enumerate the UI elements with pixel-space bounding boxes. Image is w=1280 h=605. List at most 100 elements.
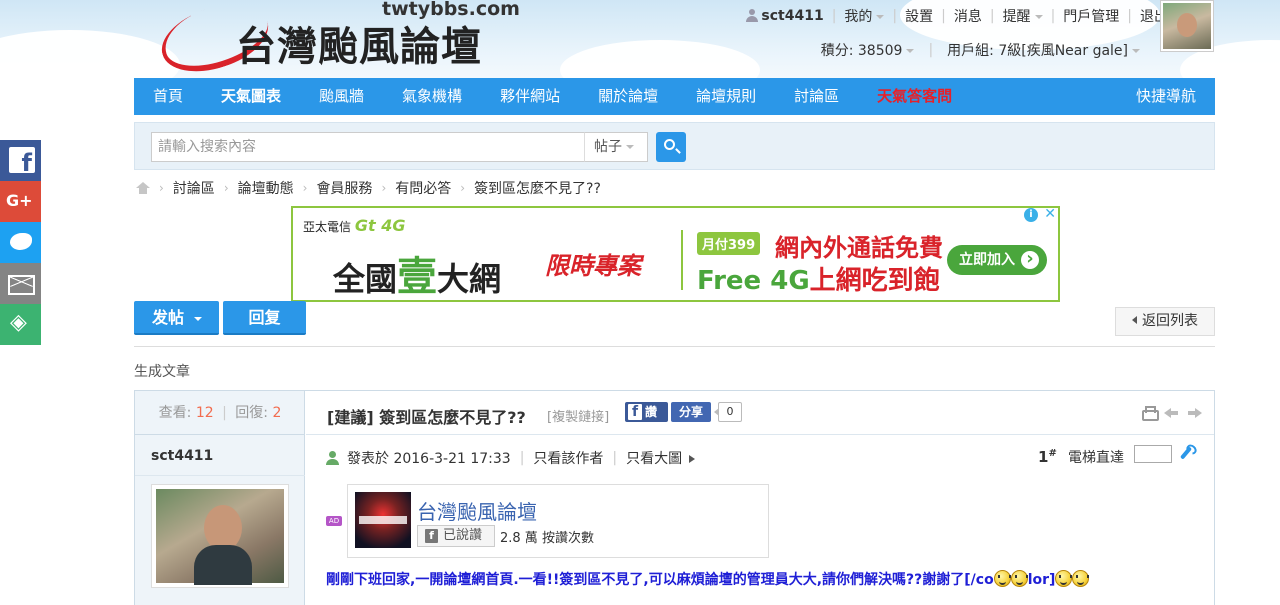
facebook-page-name[interactable]: 台灣颱風論壇 xyxy=(417,496,537,525)
next-thread-icon[interactable] xyxy=(1187,405,1202,420)
user-avatar[interactable] xyxy=(1160,0,1214,52)
smiley-icon xyxy=(993,570,1011,587)
settings-link[interactable]: 設置 xyxy=(905,6,933,26)
new-post-button[interactable]: 发帖 xyxy=(134,301,219,335)
ad-headline-a: 全國 xyxy=(333,260,398,298)
share-icon[interactable] xyxy=(0,304,41,345)
smiley-icon xyxy=(1055,570,1073,587)
nav-forum[interactable]: 討論區 xyxy=(775,78,858,115)
post-author-avatar[interactable] xyxy=(151,484,289,588)
header-cloud xyxy=(560,40,760,78)
user-credits: 積分: 38509 | 用戶組: 7級[疾風Near gale] xyxy=(821,40,1140,60)
google-plus-icon[interactable] xyxy=(0,181,41,222)
breadcrumb-current[interactable]: 簽到區怎麼不見了?? xyxy=(474,178,601,198)
chevron-down-icon xyxy=(194,317,203,321)
post-author-column: 查看: 12 | 回復: 2 sct4411 xyxy=(135,391,310,605)
chevron-down-icon xyxy=(626,145,634,149)
divider: | xyxy=(222,405,227,421)
chevron-down-icon xyxy=(876,15,885,19)
nav-typhoon-wall[interactable]: 颱風牆 xyxy=(300,78,383,115)
ad-badge: AD xyxy=(326,516,342,526)
twitter-icon[interactable] xyxy=(0,222,41,263)
nav-home[interactable]: 首頁 xyxy=(134,78,202,115)
breadcrumb-item[interactable]: 有問必答 xyxy=(395,178,451,198)
credits-label: 積分: 38509 xyxy=(820,43,903,59)
home-icon[interactable] xyxy=(136,182,150,194)
previous-thread-icon[interactable] xyxy=(1164,405,1179,420)
facebook-icon[interactable] xyxy=(0,140,41,181)
nav-weather-charts[interactable]: 天氣圖表 xyxy=(202,78,300,115)
search-input[interactable]: 請輸入搜索內容 xyxy=(151,132,585,162)
divider: | xyxy=(941,8,946,24)
floor-number[interactable]: 1# xyxy=(1038,448,1057,466)
chevron-down-icon xyxy=(906,49,915,53)
only-author-link[interactable]: 只看該作者 xyxy=(533,448,603,468)
main-nav: 首頁 天氣圖表 颱風牆 氣象機構 夥伴網站 關於論壇 論壇規則 討論區 天氣答客… xyxy=(134,78,1215,115)
messages-link[interactable]: 消息 xyxy=(954,6,982,26)
thread-stats: 查看: 12 | 回復: 2 xyxy=(135,391,305,435)
breadcrumb-separator: › xyxy=(223,181,229,195)
breadcrumb-item[interactable]: 論壇動態 xyxy=(238,178,294,198)
ad-headline: 全國壹大網 xyxy=(333,244,501,302)
usergroup-menu[interactable]: 用戶組: 7級[疾風Near gale] xyxy=(947,40,1140,60)
breadcrumb-item[interactable]: 會員服務 xyxy=(316,178,372,198)
portal-admin-link[interactable]: 門戶管理 xyxy=(1063,6,1119,26)
wrench-icon[interactable] xyxy=(1178,445,1194,461)
nav-about[interactable]: 關於論壇 xyxy=(579,78,677,115)
nav-rules[interactable]: 論壇規則 xyxy=(677,78,775,115)
breadcrumb-item[interactable]: 討論區 xyxy=(173,178,215,198)
nav-weather-qa[interactable]: 天氣答客問 xyxy=(858,78,971,115)
facebook-page-thumbnail[interactable] xyxy=(355,492,411,548)
username-link[interactable]: sct4411 xyxy=(761,8,823,24)
search-button[interactable] xyxy=(656,132,686,162)
print-icon[interactable] xyxy=(1141,405,1159,421)
generate-article-link[interactable]: 生成文章 xyxy=(134,361,190,381)
credits-menu[interactable]: 積分: 38509 xyxy=(821,40,915,60)
user-icon xyxy=(325,451,339,465)
user-topnav: sct4411 | 我的 | 設置 | 消息 | 提醒 | 門戶管理 | 退出 xyxy=(746,6,1168,26)
back-to-list-button[interactable]: 返回列表 xyxy=(1115,307,1215,336)
post-body-tail: lor] xyxy=(1027,572,1056,588)
facebook-share-button[interactable]: 分享 xyxy=(671,402,711,422)
reply-button[interactable]: 回复 xyxy=(223,301,306,335)
nav-partner-sites[interactable]: 夥伴網站 xyxy=(481,78,579,115)
ad-line2-b: 上網吃到飽 xyxy=(809,266,940,296)
close-icon[interactable]: ✕ xyxy=(1044,206,1056,222)
nav-weather-agencies[interactable]: 氣象機構 xyxy=(383,78,481,115)
smiley-icon xyxy=(1010,570,1028,587)
search-type-select[interactable]: 帖子 xyxy=(584,132,648,162)
reminders-menu[interactable]: 提醒 xyxy=(1003,6,1043,26)
ad-cta-button[interactable]: 立即加入 xyxy=(947,245,1047,275)
my-menu[interactable]: 我的 xyxy=(844,6,885,26)
breadcrumb-separator: › xyxy=(302,181,308,195)
facebook-page-card[interactable]: 台灣颱風論壇 已說讚 2.8 萬 按讚次數 xyxy=(347,484,769,558)
copy-link-button[interactable]: [複製鏈接] xyxy=(547,406,609,425)
thread-title-bar: [建議] 簽到區怎麼不見了?? [複製鏈接] 讚 分享 0 xyxy=(306,391,1214,435)
ad-line2-a: Free 4G xyxy=(697,266,810,296)
divider: | xyxy=(612,450,618,466)
my-menu-label: 我的 xyxy=(844,9,873,25)
floor-value: 1 xyxy=(1038,448,1049,466)
ad-banner[interactable]: 亞太電信 Gt 4G 全國壹大網 限時專案 月付399 網內外通話免費 Free… xyxy=(291,206,1060,302)
thread-tools xyxy=(1141,405,1202,421)
breadcrumb-separator: › xyxy=(159,181,164,195)
post-author-name[interactable]: sct4411 xyxy=(151,448,213,464)
ad-headline-b: 壹 xyxy=(397,254,438,300)
post-date: 發表於 2016-3-21 17:33 xyxy=(347,451,511,467)
social-share-sidebar xyxy=(0,140,41,345)
replies-label: 回復: xyxy=(235,405,268,421)
facebook-like-button[interactable]: 讚 xyxy=(625,402,668,422)
email-icon[interactable] xyxy=(0,263,41,304)
floor-jump-input[interactable] xyxy=(1134,445,1172,463)
only-large-images-link[interactable]: 只看大圖 xyxy=(626,448,696,468)
user-icon xyxy=(746,9,759,23)
search-type-label: 帖子 xyxy=(594,139,622,155)
site-logo[interactable]: twtybbs.com 台灣颱風論壇 xyxy=(153,0,540,84)
nav-quick-links[interactable]: 快捷導航 xyxy=(1117,78,1215,115)
divider xyxy=(135,475,305,476)
chevron-down-icon xyxy=(1034,15,1043,19)
facebook-liked-button[interactable]: 已說讚 xyxy=(417,525,495,547)
ad-info-icon[interactable]: i xyxy=(1024,208,1038,222)
elevator-label: 電梯直達 xyxy=(1068,450,1124,466)
reminders-label: 提醒 xyxy=(1002,9,1031,25)
